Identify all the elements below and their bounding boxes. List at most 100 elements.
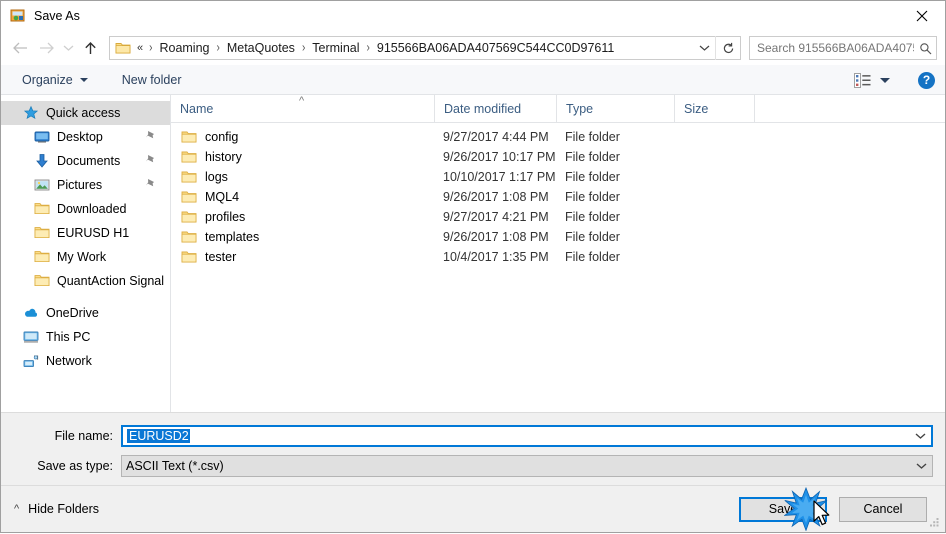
folder-icon: [181, 210, 197, 224]
file-name-cell: config: [171, 130, 434, 144]
column-header-size[interactable]: Size: [674, 95, 754, 122]
chevron-down-icon[interactable]: [909, 432, 931, 440]
search-box[interactable]: Search 915566BA06ADA40756...: [749, 36, 937, 60]
column-header-name[interactable]: Name ^: [171, 95, 434, 122]
sidebar-item-label: This PC: [46, 330, 91, 344]
column-header-filler: [754, 95, 945, 122]
hide-folders-button[interactable]: ^ Hide Folders: [14, 502, 99, 516]
file-list: config 9/27/2017 4:44 PM File folder his…: [171, 123, 945, 412]
network-icon: [23, 353, 39, 369]
sidebar-item-documents[interactable]: Documents: [1, 149, 170, 173]
column-header-label: Name: [180, 101, 214, 116]
navigation-pane: Quick access Desktop Documents Pictures …: [1, 95, 171, 412]
sidebar-item-label: Quick access: [46, 106, 121, 120]
new-folder-button[interactable]: New folder: [118, 68, 186, 92]
sidebar-item-network[interactable]: Network: [1, 349, 170, 373]
file-type-cell: File folder: [565, 150, 620, 164]
sidebar-item-label: Desktop: [57, 130, 103, 144]
column-header-label: Type: [566, 101, 594, 116]
file-type-cell: File folder: [565, 190, 620, 204]
recent-locations-chevron-down-icon[interactable]: [59, 35, 77, 61]
sidebar-item-label: Pictures: [57, 178, 103, 192]
folder-icon: [181, 170, 197, 184]
organize-label: Organize: [22, 72, 73, 87]
table-row[interactable]: tester 10/4/2017 1:35 PM File folder: [171, 247, 945, 267]
table-row[interactable]: profiles 9/27/2017 4:21 PM File folder: [171, 207, 945, 227]
folder-icon: [181, 150, 197, 164]
folder-icon: [34, 273, 50, 289]
details-view-icon[interactable]: [851, 72, 893, 88]
file-name-cell: MQL4: [171, 190, 434, 204]
sidebar-item-onedrive[interactable]: OneDrive: [1, 301, 170, 325]
file-name-label: history: [205, 150, 242, 164]
sidebar-item-pictures[interactable]: Pictures: [1, 173, 170, 197]
sidebar-item-quick-access[interactable]: Quick access: [1, 101, 170, 125]
table-row[interactable]: history 9/26/2017 10:17 PM File folder: [171, 147, 945, 167]
address-chevron-down-icon[interactable]: [693, 44, 715, 52]
onedrive-icon: [23, 305, 39, 321]
sidebar-item-eurusd-h1[interactable]: EURUSD H1: [1, 221, 170, 245]
table-row[interactable]: MQL4 9/26/2017 1:08 PM File folder: [171, 187, 945, 207]
breadcrumb-item-terminal[interactable]: Terminal: [310, 41, 361, 55]
back-arrow-icon[interactable]: [7, 35, 33, 61]
address-bar[interactable]: « › Roaming › MetaQuotes › Terminal › 91…: [109, 36, 741, 60]
breadcrumb-item-metaquotes[interactable]: MetaQuotes: [225, 41, 297, 55]
pin-icon[interactable]: [145, 130, 156, 144]
column-header-type[interactable]: Type: [556, 95, 674, 122]
save-as-type-select[interactable]: ASCII Text (*.csv): [121, 455, 933, 477]
navigation-bar: « › Roaming › MetaQuotes › Terminal › 91…: [1, 31, 945, 65]
column-header-date-modified[interactable]: Date modified: [434, 95, 556, 122]
file-name-input[interactable]: EURUSD2: [121, 425, 933, 447]
chevron-down-icon[interactable]: [910, 462, 932, 470]
file-type-cell: File folder: [565, 250, 620, 264]
sidebar-item-label: OneDrive: [46, 306, 99, 320]
resize-grip[interactable]: [928, 516, 940, 528]
sidebar-item-my-work[interactable]: My Work: [1, 245, 170, 269]
close-icon[interactable]: [899, 1, 945, 31]
breadcrumb-item-instance-id[interactable]: 915566BA06ADA407569C544CC0D97611: [375, 41, 616, 55]
file-type-cell: File folder: [565, 170, 620, 184]
file-date-cell: 9/27/2017 4:21 PM: [443, 210, 549, 224]
file-name-label: profiles: [205, 210, 246, 224]
sidebar-item-desktop[interactable]: Desktop: [1, 125, 170, 149]
save-label: Save: [768, 502, 798, 516]
organize-button[interactable]: Organize: [18, 68, 92, 92]
window-title: Save As: [34, 9, 80, 23]
sidebar-item-downloaded[interactable]: Downloaded: [1, 197, 170, 221]
search-input[interactable]: Search 915566BA06ADA40756...: [750, 41, 914, 55]
up-arrow-icon[interactable]: [77, 35, 103, 61]
breadcrumb-overflow[interactable]: «: [136, 42, 144, 54]
folder-icon: [181, 130, 197, 144]
refresh-icon[interactable]: [715, 36, 740, 60]
pin-icon[interactable]: [145, 178, 156, 192]
breadcrumb-item-roaming[interactable]: Roaming: [157, 41, 211, 55]
star-icon: [23, 105, 39, 121]
table-row[interactable]: templates 9/26/2017 1:08 PM File folder: [171, 227, 945, 247]
pin-icon[interactable]: [145, 154, 156, 168]
sidebar-item-quantaction-signal[interactable]: QuantAction Signal: [1, 269, 170, 293]
file-date-cell: 10/10/2017 1:17 PM: [443, 170, 556, 184]
file-date-cell: 9/26/2017 1:08 PM: [443, 230, 549, 244]
save-as-dialog: Save As « › Roaming › MetaQuotes › Termi…: [0, 0, 946, 533]
file-type-cell: File folder: [565, 230, 620, 244]
table-row[interactable]: config 9/27/2017 4:44 PM File folder: [171, 127, 945, 147]
cancel-label: Cancel: [863, 502, 903, 516]
file-date-cell: 9/26/2017 10:17 PM: [443, 150, 556, 164]
save-as-type-label: Save as type:: [37, 459, 113, 473]
footer-buttons: Save Cancel: [739, 496, 927, 522]
file-name-cell: templates: [171, 230, 434, 244]
sidebar-item-this-pc[interactable]: This PC: [1, 325, 170, 349]
save-button[interactable]: Save: [739, 496, 827, 522]
column-header-label: Date modified: [444, 101, 522, 116]
forward-arrow-icon[interactable]: [33, 35, 59, 61]
sidebar-item-label: Downloaded: [57, 202, 127, 216]
breadcrumb-separator: ›: [366, 41, 370, 55]
help-button[interactable]: ?: [918, 71, 935, 89]
pictures-icon: [34, 177, 50, 193]
sidebar-item-label: Network: [46, 354, 92, 368]
column-header-row: Name ^ Date modified Type Size: [171, 95, 945, 123]
help-label: ?: [922, 73, 931, 87]
table-row[interactable]: logs 10/10/2017 1:17 PM File folder: [171, 167, 945, 187]
cancel-button[interactable]: Cancel: [839, 496, 927, 522]
